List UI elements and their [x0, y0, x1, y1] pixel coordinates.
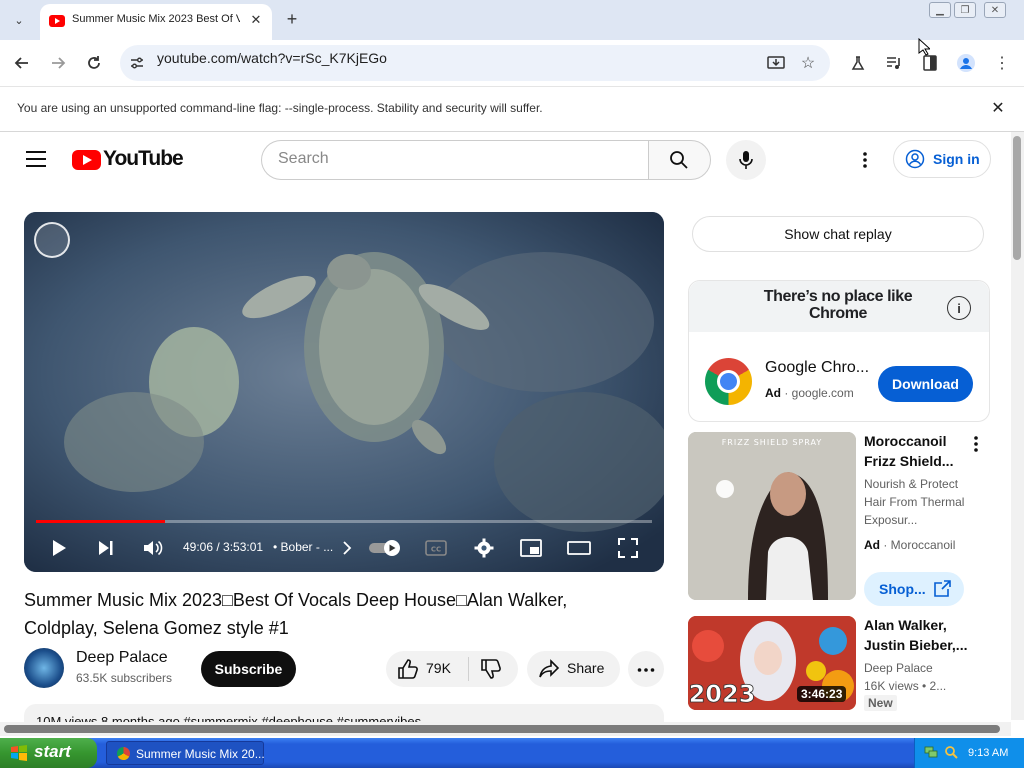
- moroccanoil-thumbnail[interactable]: FRIZZ SHIELD SPRAY: [688, 432, 856, 600]
- guide-menu-icon[interactable]: [26, 151, 46, 167]
- tab-title: Summer Music Mix 2023 Best Of Vocals Dee…: [72, 13, 240, 25]
- time-display: 49:06 / 3:53:01: [183, 540, 264, 554]
- browser-tab[interactable]: Summer Music Mix 2023 Best Of Vocals Dee…: [40, 4, 272, 40]
- like-divider: [468, 657, 469, 681]
- ad-domain: google.com: [791, 386, 854, 400]
- install-app-icon[interactable]: [765, 52, 787, 74]
- subtitles-icon[interactable]: CC: [424, 536, 448, 560]
- close-window-button[interactable]: ✕: [984, 2, 1006, 18]
- chapter-title[interactable]: • Bober - ...: [273, 540, 333, 554]
- video-player[interactable]: [24, 212, 664, 572]
- back-arrow-icon[interactable]: [11, 52, 33, 74]
- thumbnail-caption: 2023: [689, 680, 756, 708]
- mouse-cursor-icon: [918, 37, 932, 56]
- youtube-favicon-icon: [49, 15, 65, 27]
- share-arrow-icon[interactable]: [538, 658, 560, 680]
- ad-meta: Ad · google.com: [765, 386, 854, 400]
- magnifier-tray-icon[interactable]: [944, 745, 958, 759]
- youtube-logo-icon[interactable]: [72, 150, 101, 170]
- channel-avatar[interactable]: [24, 648, 64, 688]
- chrome-taskbar-icon: [117, 747, 130, 760]
- chevron-right-icon[interactable]: [335, 536, 359, 560]
- show-chat-replay-button[interactable]: Show chat replay: [692, 216, 984, 252]
- channel-name[interactable]: Deep Palace: [76, 649, 168, 667]
- settings-gear-icon[interactable]: [472, 536, 496, 560]
- settings-more-icon[interactable]: [855, 150, 875, 170]
- new-tab-button[interactable]: +: [282, 9, 302, 29]
- progress-bar-played: [36, 520, 166, 523]
- site-info-icon[interactable]: [126, 52, 148, 74]
- info-icon[interactable]: i: [947, 296, 971, 320]
- item-ad-meta: Ad · Moroccanoil: [864, 538, 956, 552]
- volume-icon[interactable]: [141, 536, 165, 560]
- labs-flask-icon[interactable]: [847, 52, 869, 74]
- play-icon[interactable]: [47, 536, 71, 560]
- taskbar-window-label[interactable]: Summer Music Mix 20...: [136, 747, 265, 761]
- subscribe-button[interactable]: Subscribe: [201, 651, 296, 687]
- video-title: Summer Music Mix 2023□Best Of Vocals Dee…: [24, 590, 568, 638]
- sign-in-label[interactable]: Sign in: [933, 151, 980, 167]
- start-label[interactable]: start: [34, 742, 71, 762]
- item-title[interactable]: Alan Walker, Justin Bieber,...: [864, 615, 976, 655]
- forward-arrow-icon[interactable]: [47, 52, 69, 74]
- item-title[interactable]: Moroccanoil Frizz Shield...: [864, 431, 976, 471]
- item-advertiser: Moroccanoil: [890, 538, 956, 552]
- infobar-message: You are using an unsupported command-lin…: [17, 101, 543, 115]
- miniplayer-icon[interactable]: [519, 536, 543, 560]
- item-ad-label: Ad: [864, 538, 880, 552]
- network-icon[interactable]: [924, 745, 938, 759]
- video-frame: [24, 212, 664, 572]
- fullscreen-icon[interactable]: [616, 536, 640, 560]
- thumbs-down-icon[interactable]: [480, 658, 502, 680]
- voice-search-button[interactable]: [726, 140, 766, 180]
- browser-menu-icon[interactable]: ⋮: [991, 52, 1013, 74]
- more-vert-icon[interactable]: [966, 434, 986, 454]
- search-button[interactable]: [648, 140, 711, 180]
- item-channel[interactable]: Deep Palace: [864, 659, 976, 677]
- close-tab-icon[interactable]: ✕: [247, 11, 265, 29]
- open-external-icon[interactable]: [932, 580, 952, 598]
- profile-avatar-icon[interactable]: [955, 52, 977, 74]
- shop-now-label[interactable]: Shop...: [879, 581, 926, 597]
- thumbnail-image: FRIZZ SHIELD SPRAY: [688, 432, 856, 600]
- reload-icon[interactable]: [83, 52, 105, 74]
- autoplay-toggle[interactable]: [368, 536, 404, 560]
- more-horiz-icon[interactable]: [636, 660, 656, 680]
- close-infobar-icon[interactable]: ✕: [989, 99, 1007, 117]
- new-badge: New: [864, 695, 897, 711]
- tab-search-button[interactable]: ⌄: [8, 9, 30, 31]
- item-description: Nourish & Protect Hair From Thermal Expo…: [864, 477, 965, 527]
- thumbs-up-icon[interactable]: [397, 658, 419, 680]
- video-duration: 3:46:23: [797, 686, 847, 702]
- download-button[interactable]: Download: [878, 366, 973, 402]
- ad-banner-text: There’s no place like Chrome: [763, 288, 913, 322]
- chrome-logo-icon: [705, 358, 752, 405]
- tray-clock: 9:13 AM: [968, 747, 1009, 759]
- media-controls-icon[interactable]: [883, 52, 905, 74]
- windows-logo-icon: [10, 745, 28, 761]
- item-views: 16K views • 2...: [864, 679, 947, 693]
- ad-label: Ad: [765, 386, 781, 400]
- youtube-logo-text[interactable]: YouTube: [103, 147, 184, 171]
- theater-mode-icon[interactable]: [567, 536, 591, 560]
- thumbnail-caption: FRIZZ SHIELD SPRAY: [722, 438, 823, 447]
- channel-watermark-icon[interactable]: [34, 222, 70, 258]
- like-count[interactable]: 79K: [426, 660, 451, 676]
- horizontal-scroll-thumb[interactable]: [4, 725, 1000, 733]
- minimize-window-button[interactable]: ▁: [929, 2, 951, 18]
- svg-text:CC: CC: [431, 546, 441, 554]
- search-placeholder: Search: [278, 150, 329, 167]
- share-label[interactable]: Share: [567, 660, 604, 676]
- next-video-icon[interactable]: [94, 536, 118, 560]
- restore-window-button[interactable]: ❐: [954, 2, 976, 18]
- ad-title[interactable]: Google Chro...: [765, 359, 869, 377]
- url-text[interactable]: youtube.com/watch?v=rSc_K7KjEGo: [157, 50, 387, 68]
- vertical-scroll-thumb[interactable]: [1013, 136, 1021, 260]
- bookmark-star-icon[interactable]: ☆: [797, 52, 819, 74]
- subscriber-count: 63.5K subscribers: [76, 671, 173, 685]
